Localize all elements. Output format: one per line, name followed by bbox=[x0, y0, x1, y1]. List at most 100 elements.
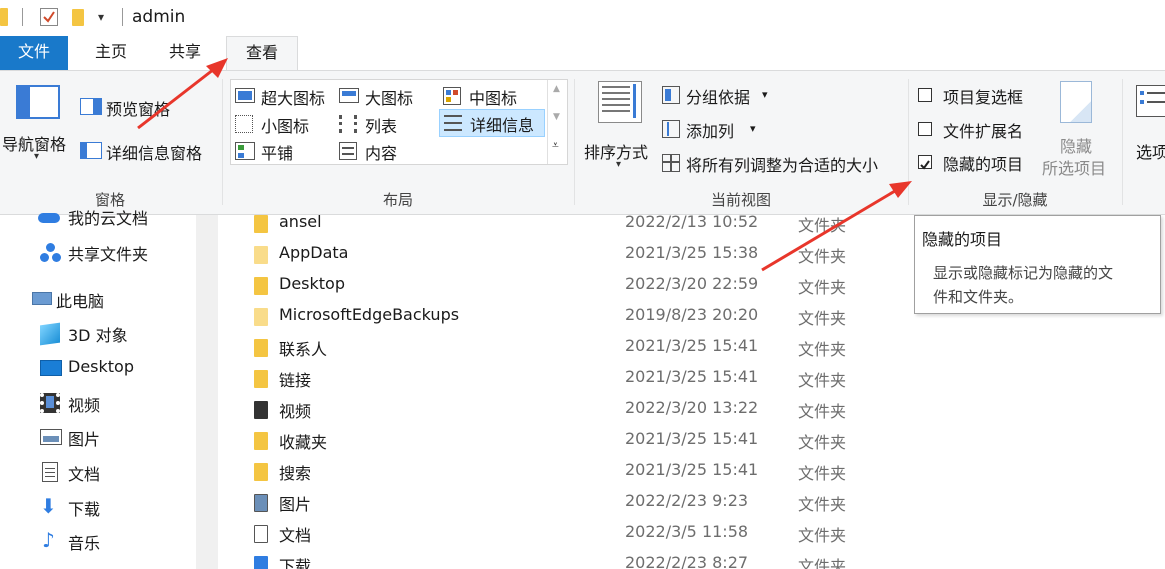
nav-item-documents[interactable]: 文档 bbox=[0, 459, 196, 485]
group-label-show-hide: 显示/隐藏 bbox=[982, 191, 1048, 209]
nav-item-desktop[interactable]: Desktop bbox=[0, 355, 196, 381]
ribbon-separator bbox=[1122, 79, 1123, 205]
favorites-folder-icon bbox=[254, 432, 268, 450]
extra-large-icons-icon bbox=[235, 88, 255, 103]
preview-pane-button[interactable]: 预览窗格 bbox=[80, 95, 180, 119]
ribbon-separator bbox=[574, 79, 575, 205]
details-pane-icon bbox=[80, 142, 102, 159]
layout-extra-large-icons[interactable]: 超大图标 bbox=[233, 84, 335, 108]
file-type: 文件夹 bbox=[798, 495, 847, 514]
file-modified-date: 2022/3/20 13:22 bbox=[625, 398, 759, 417]
content-icon bbox=[339, 142, 357, 160]
folder-icon bbox=[0, 8, 8, 26]
item-checkboxes-option[interactable]: 项目复选框 bbox=[918, 83, 1044, 107]
file-row[interactable]: 下载 2022/2/23 8:27 文件夹 bbox=[218, 550, 1165, 569]
file-row[interactable]: 文档 2022/3/5 11:58 文件夹 bbox=[218, 519, 1165, 550]
file-name: Desktop bbox=[279, 274, 345, 293]
hide-selected-items-button[interactable]: 隐藏 所选项目 bbox=[1040, 79, 1112, 179]
expand-gallery-icon[interactable]: ⩡ bbox=[552, 138, 559, 153]
tab-file[interactable]: 文件 bbox=[0, 36, 68, 70]
group-by-button[interactable]: 分组依据 ▾ bbox=[662, 83, 782, 107]
file-name: 视频 bbox=[279, 402, 312, 421]
tooltip-title: 隐藏的项目 bbox=[922, 230, 1003, 249]
tab-share[interactable]: 共享 bbox=[154, 36, 216, 70]
file-row[interactable]: 搜索 2021/3/25 15:41 文件夹 bbox=[218, 457, 1165, 488]
properties-check-icon[interactable] bbox=[40, 8, 58, 26]
music-icon: ♪ bbox=[42, 528, 55, 552]
nav-item-cloud-docs[interactable]: 我的云文档 bbox=[0, 205, 196, 229]
file-row[interactable]: 收藏夹 2021/3/25 15:41 文件夹 bbox=[218, 426, 1165, 457]
file-modified-date: 2022/3/5 11:58 bbox=[625, 522, 749, 541]
tooltip-body-line1: 显示或隐藏标记为隐藏的文 bbox=[933, 264, 1114, 282]
file-row[interactable]: 联系人 2021/3/25 15:41 文件夹 bbox=[218, 333, 1165, 364]
details-icon bbox=[444, 115, 462, 131]
file-name: 搜索 bbox=[279, 464, 312, 483]
file-modified-date: 2021/3/25 15:41 bbox=[625, 460, 759, 479]
nav-item-label: 共享文件夹 bbox=[68, 245, 149, 264]
file-row[interactable]: 图片 2022/2/23 9:23 文件夹 bbox=[218, 488, 1165, 519]
navigation-pane: 我的云文档 共享文件夹 此电脑 3D 对象 Desktop 视频 图片 文档 ⬇… bbox=[0, 209, 196, 569]
nav-item-this-pc[interactable]: 此电脑 bbox=[0, 286, 196, 312]
layout-option-label: 详细信息 bbox=[470, 116, 535, 135]
hidden-items-tooltip: 隐藏的项目 显示或隐藏标记为隐藏的文 件和文件夹。 bbox=[914, 215, 1161, 314]
nav-item-label: 视频 bbox=[68, 396, 101, 415]
nav-item-label: Desktop bbox=[68, 357, 134, 376]
file-name: 下载 bbox=[279, 557, 312, 569]
file-extensions-option[interactable]: 文件扩展名 bbox=[918, 117, 1044, 141]
tab-view[interactable]: 查看 bbox=[226, 36, 298, 71]
pictures-icon bbox=[40, 429, 62, 445]
separator bbox=[22, 8, 23, 26]
layout-large-icons[interactable]: 大图标 bbox=[339, 84, 435, 108]
chevron-down-icon[interactable]: ▼ bbox=[553, 112, 560, 122]
size-all-columns-button[interactable]: 将所有列调整为合适的大小 bbox=[662, 151, 904, 175]
nav-pane-button[interactable]: 导航窗格 ▾ bbox=[2, 83, 76, 173]
item-checkboxes-label: 项目复选框 bbox=[943, 88, 1024, 107]
layout-list[interactable]: 列表 bbox=[339, 111, 435, 137]
ribbon-group-show-hide: 项目复选框 文件扩展名 隐藏的项目 隐藏 所选项目 显示/隐藏 bbox=[910, 71, 1120, 216]
item-checkboxes-checkbox[interactable] bbox=[918, 88, 932, 102]
documents-folder-icon bbox=[254, 525, 268, 543]
gallery-scroll[interactable]: ▲ ▼ ⩡ bbox=[547, 80, 567, 164]
nav-item-label: 我的云文档 bbox=[68, 209, 149, 228]
nav-item-downloads[interactable]: ⬇ 下载 bbox=[0, 494, 196, 520]
file-name: 联系人 bbox=[279, 340, 328, 359]
details-pane-button[interactable]: 详细信息窗格 bbox=[80, 139, 216, 163]
layout-tiles[interactable]: 平铺 bbox=[233, 138, 335, 164]
layout-medium-icons[interactable]: 中图标 bbox=[443, 84, 547, 108]
file-row[interactable]: 链接 2021/3/25 15:41 文件夹 bbox=[218, 364, 1165, 395]
file-name: 链接 bbox=[279, 371, 312, 390]
chevron-down-icon: ▾ bbox=[616, 159, 622, 170]
nav-item-music[interactable]: ♪ 音乐 bbox=[0, 528, 196, 554]
separator bbox=[122, 8, 123, 26]
file-modified-date: 2022/2/23 9:23 bbox=[625, 491, 749, 510]
nav-item-videos[interactable]: 视频 bbox=[0, 390, 196, 416]
layout-small-icons[interactable]: 小图标 bbox=[233, 111, 335, 137]
chevron-up-icon[interactable]: ▲ bbox=[553, 84, 560, 94]
layout-content[interactable]: 内容 bbox=[339, 138, 435, 164]
nav-item-pictures[interactable]: 图片 bbox=[0, 424, 196, 450]
file-modified-date: 2022/3/20 22:59 bbox=[625, 274, 759, 293]
file-type: 文件夹 bbox=[798, 340, 847, 359]
file-name: ansel bbox=[279, 212, 322, 231]
nav-item-shared-folder[interactable]: 共享文件夹 bbox=[0, 239, 196, 265]
size-all-columns-label: 将所有列调整为合适的大小 bbox=[686, 156, 879, 175]
file-row[interactable]: 视频 2022/3/20 13:22 文件夹 bbox=[218, 395, 1165, 426]
links-folder-icon bbox=[254, 370, 268, 388]
tooltip-body-line2: 件和文件夹。 bbox=[933, 288, 1024, 306]
layout-details[interactable]: 详细信息 bbox=[439, 109, 545, 137]
file-modified-date: 2019/8/23 20:20 bbox=[625, 305, 759, 324]
file-modified-date: 2021/3/25 15:41 bbox=[625, 429, 759, 448]
add-columns-button[interactable]: 添加列 ▾ bbox=[662, 117, 782, 141]
hidden-items-checkbox[interactable] bbox=[918, 155, 932, 170]
new-folder-icon[interactable] bbox=[72, 9, 84, 26]
tab-home[interactable]: 主页 bbox=[80, 36, 142, 70]
ribbon-group-current-view: 排序方式 ▾ 分组依据 ▾ 添加列 ▾ 将所有列调整为合适的大小 当前视图 bbox=[576, 71, 906, 216]
options-button[interactable]: 选项 bbox=[1126, 79, 1165, 179]
nav-item-3d-objects[interactable]: 3D 对象 bbox=[0, 320, 196, 346]
nav-pane-scrollbar[interactable] bbox=[196, 215, 218, 569]
customize-quick-access-icon[interactable]: ▾ bbox=[98, 10, 104, 24]
hidden-items-option[interactable]: 隐藏的项目 bbox=[918, 150, 1044, 174]
sort-by-button[interactable]: 排序方式 ▾ bbox=[582, 79, 658, 175]
file-name: 文档 bbox=[279, 526, 312, 545]
file-extensions-checkbox[interactable] bbox=[918, 122, 932, 136]
